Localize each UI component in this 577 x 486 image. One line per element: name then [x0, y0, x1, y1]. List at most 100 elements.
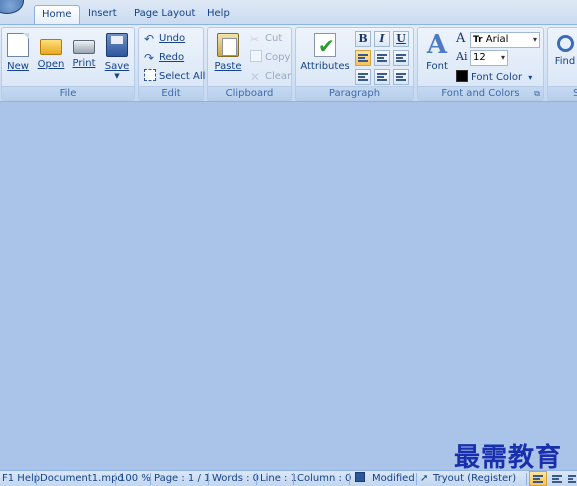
group-edit-caption: Edit — [139, 86, 203, 100]
align-right-icon — [396, 54, 406, 62]
document-area[interactable] — [0, 102, 577, 468]
open-label: Open — [37, 59, 65, 70]
status-modified: Modified — [372, 473, 415, 484]
status-divider — [150, 473, 151, 485]
save-dropdown-arrow-icon[interactable]: ▼ — [103, 72, 131, 80]
redo-arrow-icon: ↷ — [144, 51, 155, 65]
status-divider — [256, 473, 257, 485]
tab-help[interactable]: Help — [200, 5, 237, 24]
status-zoom[interactable]: 100 % — [119, 472, 151, 486]
print-label: Print — [72, 58, 96, 69]
group-clipboard: Paste ✂ Cut Copy ✕ Clear Clipboard — [207, 27, 292, 101]
save-button[interactable]: Save ▼ — [103, 31, 131, 83]
redo-button[interactable]: ↷ Redo — [144, 50, 184, 67]
align-left-icon — [533, 475, 543, 483]
undo-arrow-icon: ↶ — [144, 32, 155, 46]
underline-button[interactable]: U — [393, 31, 409, 47]
scissors-icon: ✂ — [250, 33, 260, 46]
bold-button[interactable]: B — [355, 31, 371, 47]
cut-label: Cut — [265, 33, 283, 44]
font-name-value: Arial — [485, 34, 509, 45]
copy-button[interactable]: Copy — [250, 50, 290, 67]
status-divider — [349, 473, 350, 485]
group-font-colors-caption: Font and Colors ⧉ — [418, 86, 543, 100]
status-tryout[interactable]: Tryout (Register) — [433, 472, 516, 486]
dialog-launcher-icon[interactable]: ⧉ — [534, 87, 540, 101]
group-file: New Open Print Save ▼ File — [1, 27, 135, 101]
redo-label: Redo — [159, 52, 185, 63]
find-label: Find — [554, 56, 576, 67]
paste-button[interactable]: Paste — [213, 31, 243, 83]
group-edit: ↶ Undo ↷ Redo Select All Edit — [138, 27, 205, 101]
open-button[interactable]: Open — [37, 31, 65, 83]
chevron-down-icon: ▾ — [500, 53, 505, 62]
view-center-button[interactable] — [548, 471, 566, 486]
view-right-button[interactable] — [566, 471, 577, 486]
attributes-button[interactable]: Attributes — [300, 31, 350, 83]
align-left-icon — [358, 54, 368, 62]
watermark-logo: 最需教育 — [454, 443, 563, 473]
indent-button[interactable] — [393, 69, 409, 85]
magnifier-icon — [556, 35, 574, 52]
chevron-down-icon: ▾ — [528, 73, 533, 82]
tab-insert[interactable]: Insert — [81, 5, 124, 24]
font-size-value: 12 — [473, 52, 486, 63]
font-a-icon: A — [426, 30, 448, 60]
grow-font-icon[interactable]: A — [456, 31, 465, 46]
new-label: New — [7, 61, 29, 72]
status-words: Words : 0 — [212, 473, 260, 484]
group-clipboard-caption: Clipboard — [208, 86, 291, 100]
align-right-button[interactable] — [393, 50, 409, 66]
font-color-label: Font Color — [471, 72, 523, 83]
status-document-name: Document1.mpd — [40, 473, 124, 484]
print-button[interactable]: Print — [70, 31, 98, 83]
font-color-button[interactable]: Font Color ▾ — [456, 70, 532, 87]
shrink-font-icon[interactable]: Ai — [456, 50, 467, 63]
status-divider — [115, 473, 116, 485]
tab-page-layout[interactable]: Page Layout — [127, 5, 202, 24]
group-file-caption: File — [2, 86, 134, 100]
numbering-button[interactable] — [374, 69, 390, 85]
italic-button[interactable]: I — [374, 31, 390, 47]
font-name-combo[interactable]: Tr Arial ▾ — [470, 32, 540, 48]
select-all-button[interactable]: Select All — [144, 69, 205, 86]
font-label: Font — [426, 61, 448, 72]
clear-x-icon: ✕ — [250, 70, 261, 84]
status-line: Line : 1 — [260, 473, 297, 484]
find-button[interactable]: Find — [550, 31, 577, 83]
undo-label: Undo — [159, 33, 186, 44]
copy-label: Copy — [265, 52, 291, 63]
copy-icon — [250, 50, 262, 62]
group-font-colors: A Font A Ai Tr Arial ▾ 12 ▾ Font Color ▾… — [417, 27, 544, 101]
new-document-icon — [7, 33, 29, 57]
paste-label: Paste — [214, 61, 242, 72]
folder-icon — [40, 39, 62, 55]
select-all-label: Select All — [159, 71, 206, 82]
status-divider — [36, 473, 37, 485]
tab-home[interactable]: Home — [34, 5, 80, 25]
cut-button[interactable]: ✂ Cut — [250, 31, 282, 48]
clear-button[interactable]: ✕ Clear — [250, 69, 291, 86]
bullets-button[interactable] — [355, 69, 371, 85]
status-divider — [416, 473, 417, 485]
undo-button[interactable]: ↶ Undo — [144, 31, 185, 48]
align-center-button[interactable] — [374, 50, 390, 66]
bullet-list-icon — [358, 73, 368, 81]
select-all-icon — [144, 69, 156, 81]
attributes-check-icon — [314, 33, 336, 57]
status-bar: F1 Help Document1.mpd 100 % Page : 1 / 1… — [0, 470, 577, 486]
font-button[interactable]: A Font — [422, 31, 452, 83]
align-left-button[interactable] — [355, 50, 371, 66]
font-color-swatch-icon — [456, 70, 468, 82]
font-size-combo[interactable]: 12 ▾ — [470, 50, 508, 66]
new-button[interactable]: New — [4, 31, 32, 83]
group-editing-caption: S — [548, 86, 577, 100]
status-divider — [293, 473, 294, 485]
attributes-label: Attributes — [300, 61, 350, 72]
application-menu-button[interactable] — [0, 0, 24, 14]
save-state-icon — [355, 472, 365, 486]
cursor-pointer-icon: ➚ — [420, 473, 429, 484]
view-left-align-button[interactable] — [529, 471, 547, 486]
clear-label: Clear — [265, 71, 292, 82]
numbered-list-icon — [377, 73, 387, 81]
